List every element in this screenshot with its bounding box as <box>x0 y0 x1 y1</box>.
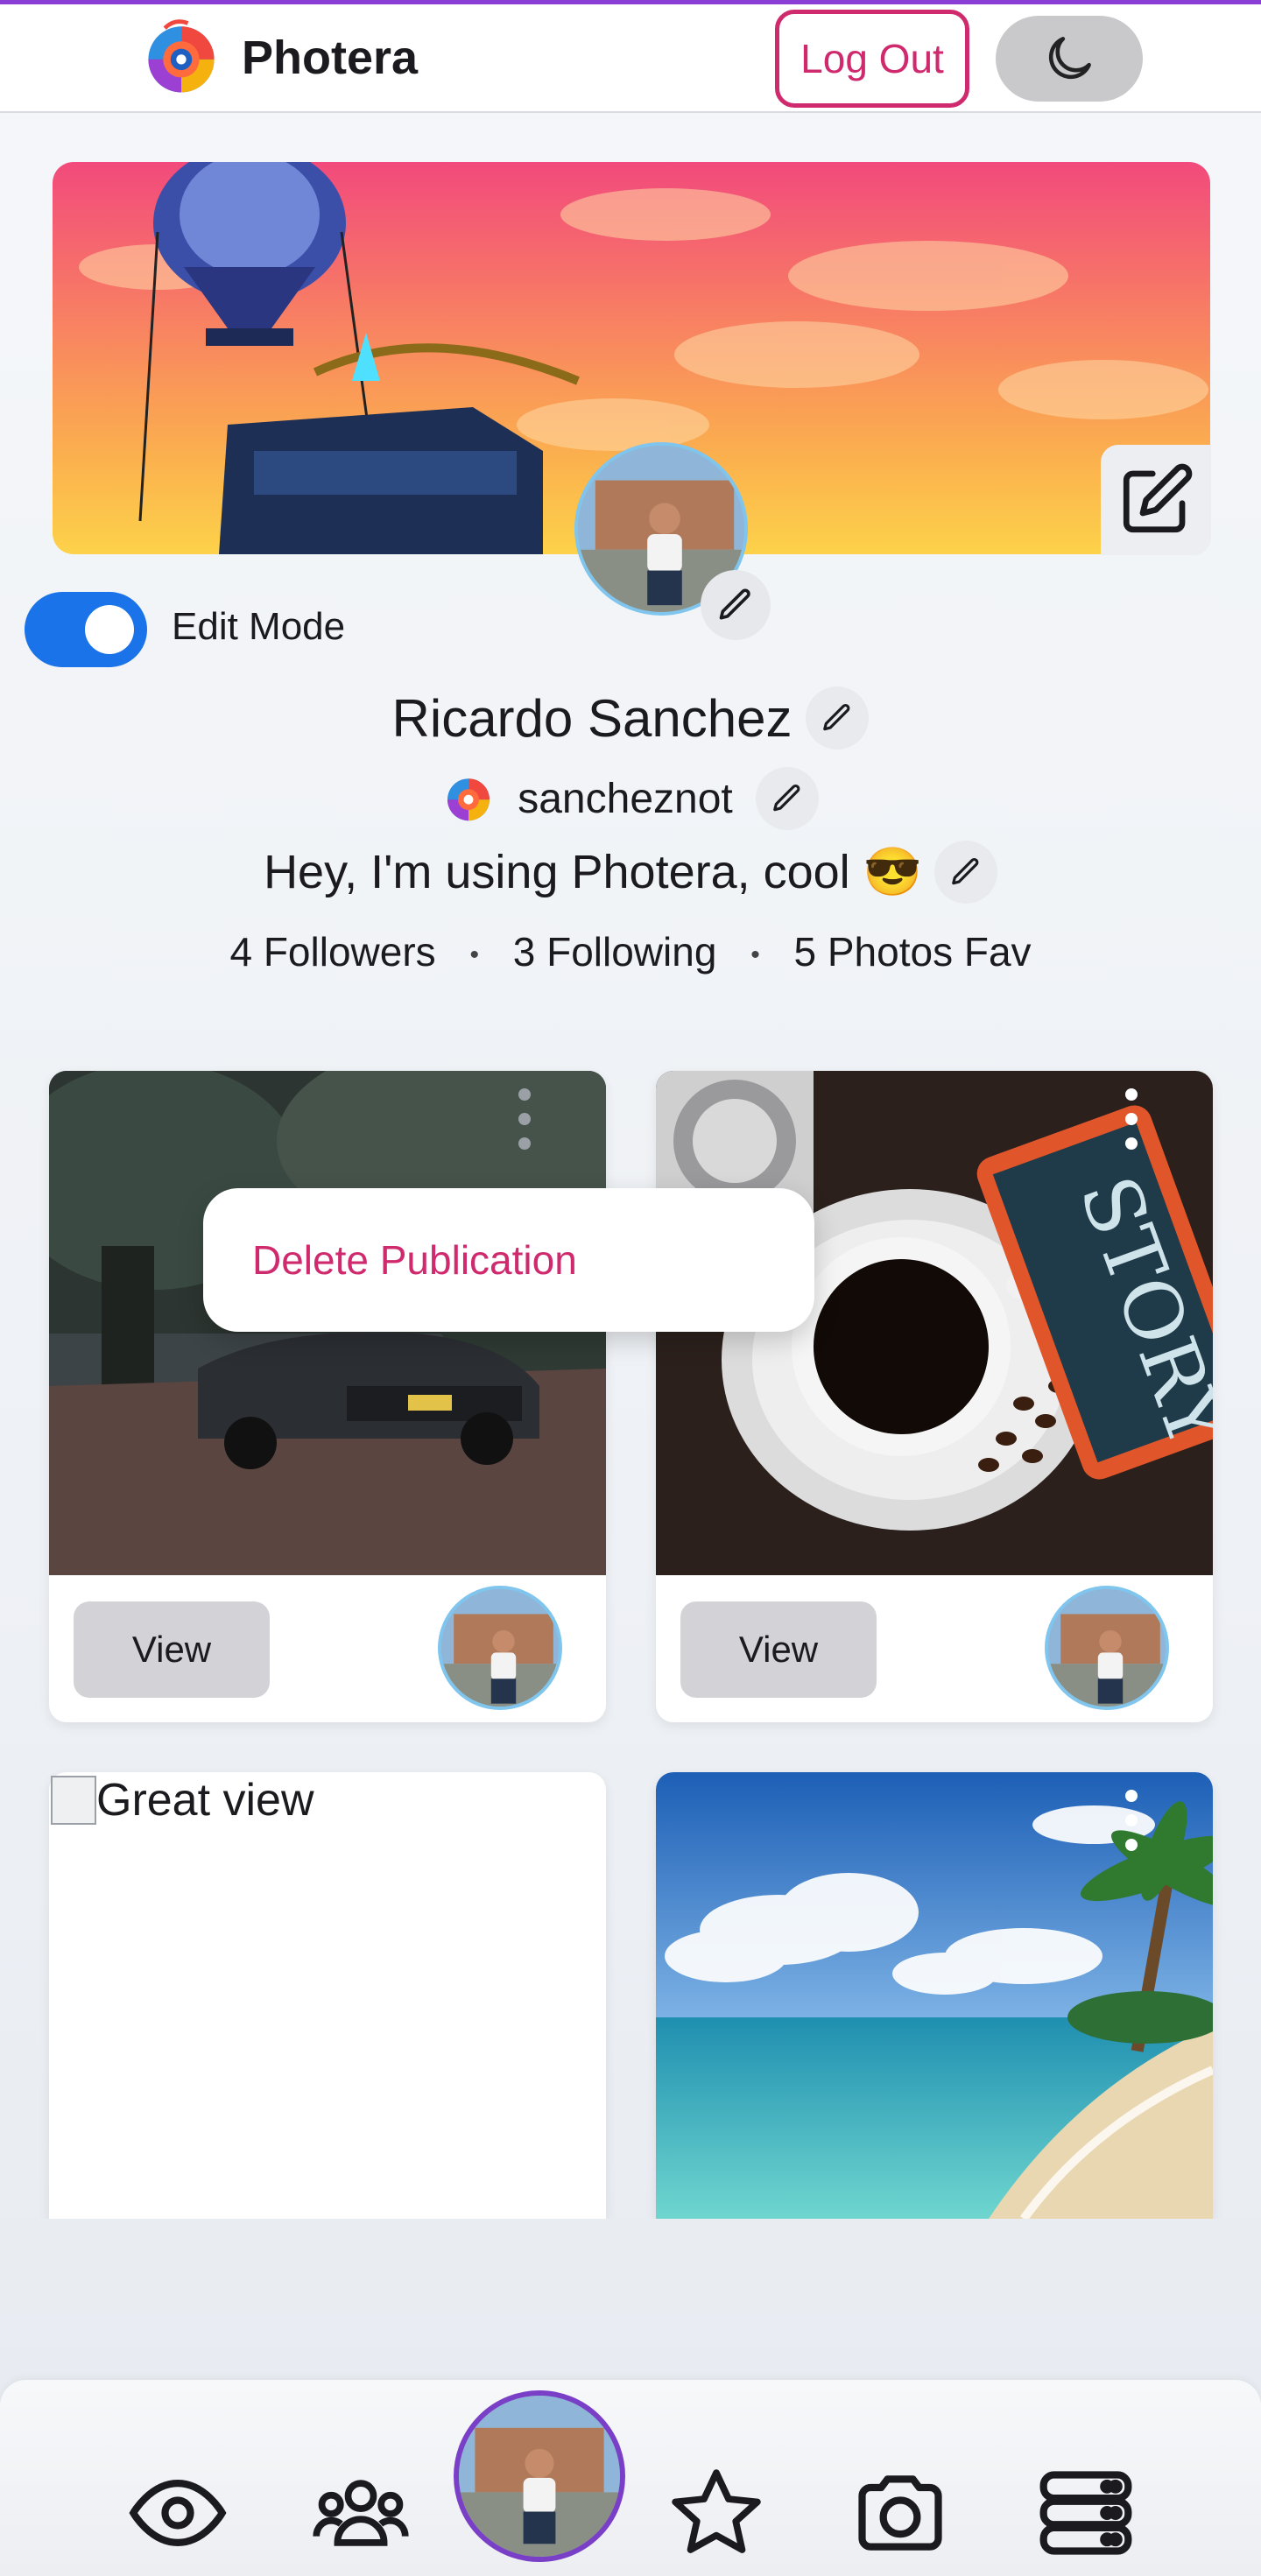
logout-button[interactable]: Log Out <box>775 10 969 108</box>
nav-camera-button[interactable] <box>848 2460 953 2565</box>
post-author-avatar[interactable] <box>438 1586 562 1710</box>
edit-mode-toggle[interactable] <box>25 592 147 667</box>
nav-explore-button[interactable] <box>125 2460 230 2565</box>
post-menu-button[interactable] <box>1125 1088 1139 1158</box>
app-title: Photera <box>242 32 419 84</box>
post-image-broken[interactable] <box>49 1772 606 2219</box>
app-header: Photera Log Out <box>0 4 1261 113</box>
post-image[interactable] <box>656 1772 1213 2219</box>
profile-full-name: Ricardo Sanchez <box>391 688 793 748</box>
bio-row: Hey, I'm using Photera, cool 😎 <box>0 841 1261 904</box>
post-context-menu: Delete Publication <box>203 1188 814 1332</box>
edit-mode-label: Edit Mode <box>172 605 346 648</box>
server-icon <box>1039 2471 1132 2555</box>
post-card: STORY View <box>656 1071 1213 1722</box>
eye-icon <box>129 2480 227 2546</box>
profile-bio: Hey, I'm using Photera, cool 😎 <box>264 845 922 898</box>
profile-name-row: Ricardo Sanchez <box>0 686 1261 750</box>
bottom-navigation <box>0 2380 1261 2576</box>
nav-profile-avatar[interactable] <box>454 2390 625 2562</box>
nav-community-button[interactable] <box>308 2460 413 2565</box>
post-footer: View <box>656 1575 1213 1722</box>
username-row: sancheznot <box>0 767 1261 830</box>
nav-favorites-button[interactable] <box>664 2460 769 2565</box>
theme-toggle-button[interactable] <box>996 16 1143 102</box>
view-post-button[interactable]: View <box>74 1601 270 1698</box>
pencil-icon <box>719 588 750 620</box>
edit-avatar-button[interactable] <box>701 570 771 640</box>
photera-small-logo-icon <box>447 778 490 821</box>
scroll-area-bottom <box>0 2219 1261 2315</box>
separator-dot: • <box>469 940 479 969</box>
toggle-knob <box>85 605 134 654</box>
post-author-avatar[interactable] <box>1045 1586 1169 1710</box>
edit-name-button[interactable] <box>806 686 870 750</box>
separator-dot: • <box>750 940 760 969</box>
pencil-icon <box>772 785 800 812</box>
post-card <box>656 1772 1213 2219</box>
users-icon <box>313 2480 409 2546</box>
pencil-icon <box>823 704 850 731</box>
edit-cover-button[interactable] <box>1101 445 1211 555</box>
edit-username-button[interactable] <box>755 767 819 830</box>
edit-square-icon <box>1123 463 1193 533</box>
following-count[interactable]: 3 Following <box>513 929 717 975</box>
delete-publication-option[interactable]: Delete Publication <box>252 1236 577 1284</box>
edit-bio-button[interactable] <box>933 841 997 904</box>
nav-storage-button[interactable] <box>1033 2460 1138 2565</box>
star-icon <box>672 2469 761 2553</box>
moon-icon <box>1048 37 1091 80</box>
post-menu-button[interactable] <box>1125 1790 1139 1860</box>
broken-image-alt-text: Great view <box>96 1775 314 1826</box>
post-menu-button[interactable] <box>518 1088 532 1158</box>
followers-count[interactable]: 4 Followers <box>229 929 435 975</box>
pencil-icon <box>952 858 979 885</box>
broken-image-alt: Great view <box>51 1774 314 1826</box>
post-footer: View <box>49 1575 606 1722</box>
favs-count[interactable]: 5 Photos Fav <box>794 929 1032 975</box>
view-post-button[interactable]: View <box>680 1601 877 1698</box>
profile-username: sancheznot <box>518 775 733 822</box>
photera-logo <box>148 19 215 93</box>
post-card <box>49 1772 606 2219</box>
camera-icon <box>858 2475 942 2551</box>
post-card: View <box>49 1071 606 1722</box>
profile-stats: 4 Followers • 3 Following • 5 Photos Fav <box>0 928 1261 975</box>
broken-image-icon <box>51 1776 96 1825</box>
